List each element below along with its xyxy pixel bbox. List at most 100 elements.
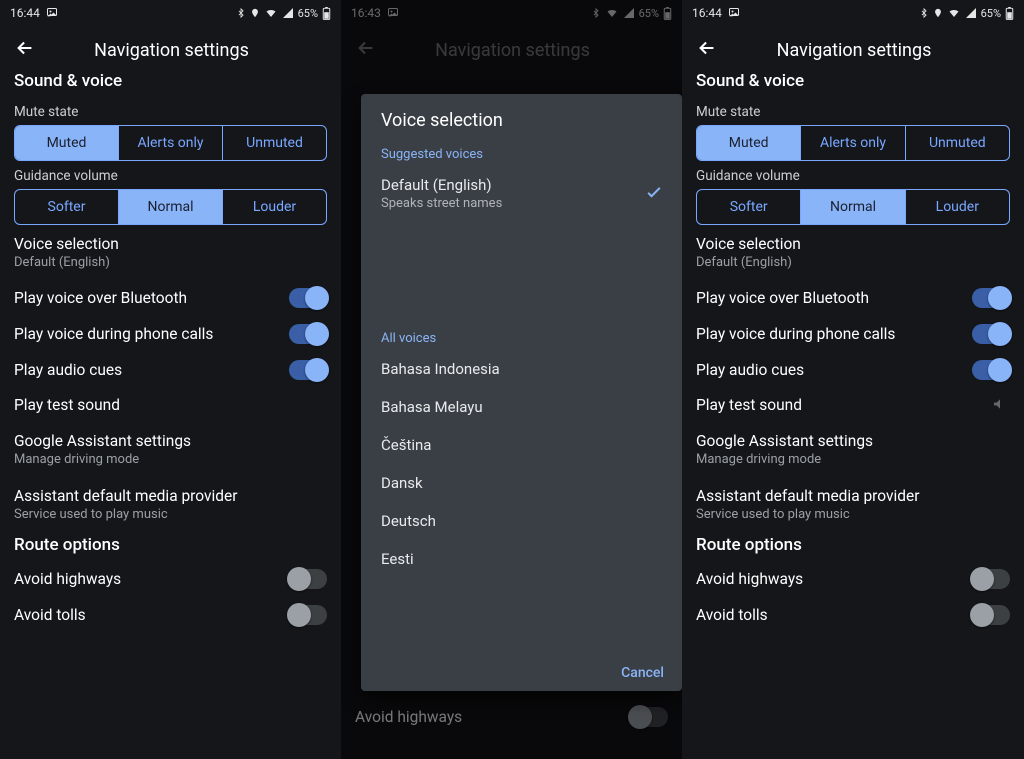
voice-selection-value: Default (English): [14, 255, 327, 270]
assistant-media-row[interactable]: Assistant default media provider Service…: [682, 477, 1024, 532]
dialog-voice-item[interactable]: Bahasa Indonesia: [361, 350, 682, 388]
mute-option-muted[interactable]: Muted: [697, 126, 801, 160]
avoid-highways-toggle: [630, 707, 668, 727]
voice-selection-title: Voice selection: [14, 235, 327, 253]
avoid-highways-row[interactable]: Avoid highways: [0, 561, 341, 597]
play-test-sound-row[interactable]: Play test sound: [682, 388, 1024, 422]
play-audio-cues-toggle[interactable]: [972, 360, 1010, 380]
background-peek-row: Avoid highways: [341, 699, 682, 735]
avoid-highways-toggle[interactable]: [972, 569, 1010, 589]
battery-icon: [322, 7, 331, 20]
assistant-settings-title: Google Assistant settings: [696, 432, 1010, 450]
dialog-cancel-button[interactable]: Cancel: [621, 665, 664, 681]
bluetooth-icon: [236, 7, 246, 19]
dialog-voice-label: Bahasa Melayu: [381, 398, 664, 416]
section-route-options: Route options: [0, 532, 341, 561]
dialog-footer: Cancel: [361, 654, 682, 691]
play-voice-calls-row[interactable]: Play voice during phone calls: [0, 316, 341, 352]
dialog-voice-default[interactable]: Default (English) Speaks street names: [361, 166, 682, 221]
mute-option-alerts[interactable]: Alerts only: [119, 126, 223, 160]
volume-option-softer[interactable]: Softer: [697, 190, 801, 224]
dialog-voice-item[interactable]: Eesti: [361, 540, 682, 578]
volume-option-louder[interactable]: Louder: [906, 190, 1009, 224]
content-scroll[interactable]: Sound & voice Mute state Muted Alerts on…: [682, 74, 1024, 759]
play-voice-bluetooth-row[interactable]: Play voice over Bluetooth: [682, 280, 1024, 316]
avoid-tolls-row[interactable]: Avoid tolls: [682, 597, 1024, 633]
play-test-sound-title: Play test sound: [14, 396, 327, 414]
mute-option-unmuted[interactable]: Unmuted: [906, 126, 1009, 160]
mute-state-segmented: Muted Alerts only Unmuted: [14, 125, 327, 161]
back-icon[interactable]: [14, 37, 36, 63]
section-sound-voice: Sound & voice: [0, 74, 341, 97]
play-voice-calls-row[interactable]: Play voice during phone calls: [682, 316, 1024, 352]
avoid-tolls-toggle[interactable]: [289, 605, 327, 625]
assistant-media-sub: Service used to play music: [14, 507, 327, 522]
status-time: 16:44: [10, 6, 40, 20]
play-audio-cues-toggle[interactable]: [289, 360, 327, 380]
play-voice-calls-title: Play voice during phone calls: [14, 325, 279, 343]
volume-option-softer[interactable]: Softer: [15, 190, 119, 224]
mute-state-label: Mute state: [682, 97, 1024, 125]
voice-selection-row[interactable]: Voice selection Default (English): [0, 225, 341, 280]
dialog-voice-default-title: Default (English): [381, 176, 644, 194]
play-audio-cues-row[interactable]: Play audio cues: [0, 352, 341, 388]
cell-signal-icon: [282, 7, 294, 19]
play-voice-bluetooth-toggle[interactable]: [289, 288, 327, 308]
back-icon[interactable]: [696, 37, 718, 63]
status-battery: 65%: [298, 7, 318, 20]
mute-state-label: Mute state: [0, 97, 341, 125]
play-voice-bluetooth-row[interactable]: Play voice over Bluetooth: [0, 280, 341, 316]
assistant-settings-row[interactable]: Google Assistant settings Manage driving…: [0, 422, 341, 477]
play-voice-bluetooth-toggle[interactable]: [972, 288, 1010, 308]
play-test-sound-row[interactable]: Play test sound: [0, 388, 341, 422]
voice-selection-value: Default (English): [696, 255, 1010, 270]
check-icon: [644, 182, 664, 206]
avoid-highways-title: Avoid highways: [14, 570, 279, 588]
voice-selection-row[interactable]: Voice selection Default (English): [682, 225, 1024, 280]
dialog-voice-item[interactable]: Dansk: [361, 464, 682, 502]
dialog-voice-item[interactable]: Bahasa Melayu: [361, 388, 682, 426]
play-voice-calls-title: Play voice during phone calls: [696, 325, 962, 343]
guidance-volume-segmented: Softer Normal Louder: [696, 189, 1010, 225]
page-title: Navigation settings: [726, 40, 1010, 61]
picture-icon: [46, 6, 58, 21]
screen-left: 16:44 65% Navigation settings Sound & vo: [0, 0, 341, 759]
dialog-voice-item[interactable]: Deutsch: [361, 502, 682, 540]
play-voice-bluetooth-title: Play voice over Bluetooth: [14, 289, 279, 307]
avoid-highways-row[interactable]: Avoid highways: [682, 561, 1024, 597]
mute-option-muted[interactable]: Muted: [15, 126, 119, 160]
assistant-media-title: Assistant default media provider: [696, 487, 1010, 505]
dialog-voice-label: Eesti: [381, 550, 664, 568]
volume-option-normal[interactable]: Normal: [801, 190, 905, 224]
assistant-media-title: Assistant default media provider: [14, 487, 327, 505]
mute-state-segmented: Muted Alerts only Unmuted: [696, 125, 1010, 161]
mute-option-unmuted[interactable]: Unmuted: [223, 126, 326, 160]
content-scroll[interactable]: Sound & voice Mute state Muted Alerts on…: [0, 74, 341, 759]
dialog-voice-item[interactable]: Čeština: [361, 426, 682, 464]
avoid-tolls-toggle[interactable]: [972, 605, 1010, 625]
play-voice-calls-toggle[interactable]: [972, 324, 1010, 344]
volume-option-louder[interactable]: Louder: [223, 190, 326, 224]
avoid-highways-title: Avoid highways: [355, 708, 620, 726]
mute-option-alerts[interactable]: Alerts only: [801, 126, 905, 160]
location-icon: [250, 7, 260, 19]
assistant-settings-sub: Manage driving mode: [696, 452, 1010, 467]
play-audio-cues-title: Play audio cues: [14, 361, 279, 379]
speaker-icon: [992, 396, 1010, 414]
wifi-icon: [947, 7, 961, 19]
volume-option-normal[interactable]: Normal: [119, 190, 223, 224]
play-voice-calls-toggle[interactable]: [289, 324, 327, 344]
assistant-media-row[interactable]: Assistant default media provider Service…: [0, 477, 341, 532]
assistant-settings-row[interactable]: Google Assistant settings Manage driving…: [682, 422, 1024, 477]
play-audio-cues-row[interactable]: Play audio cues: [682, 352, 1024, 388]
guidance-volume-label: Guidance volume: [682, 161, 1024, 189]
play-test-sound-title: Play test sound: [696, 396, 982, 414]
guidance-volume-label: Guidance volume: [0, 161, 341, 189]
avoid-tolls-row[interactable]: Avoid tolls: [0, 597, 341, 633]
app-bar: Navigation settings: [0, 26, 341, 74]
screen-right: 16:44 65% Navigation settings Sound & vo: [682, 0, 1024, 759]
status-battery: 65%: [981, 7, 1001, 20]
dialog-voice-label: Bahasa Indonesia: [381, 360, 664, 378]
guidance-volume-segmented: Softer Normal Louder: [14, 189, 327, 225]
avoid-highways-toggle[interactable]: [289, 569, 327, 589]
